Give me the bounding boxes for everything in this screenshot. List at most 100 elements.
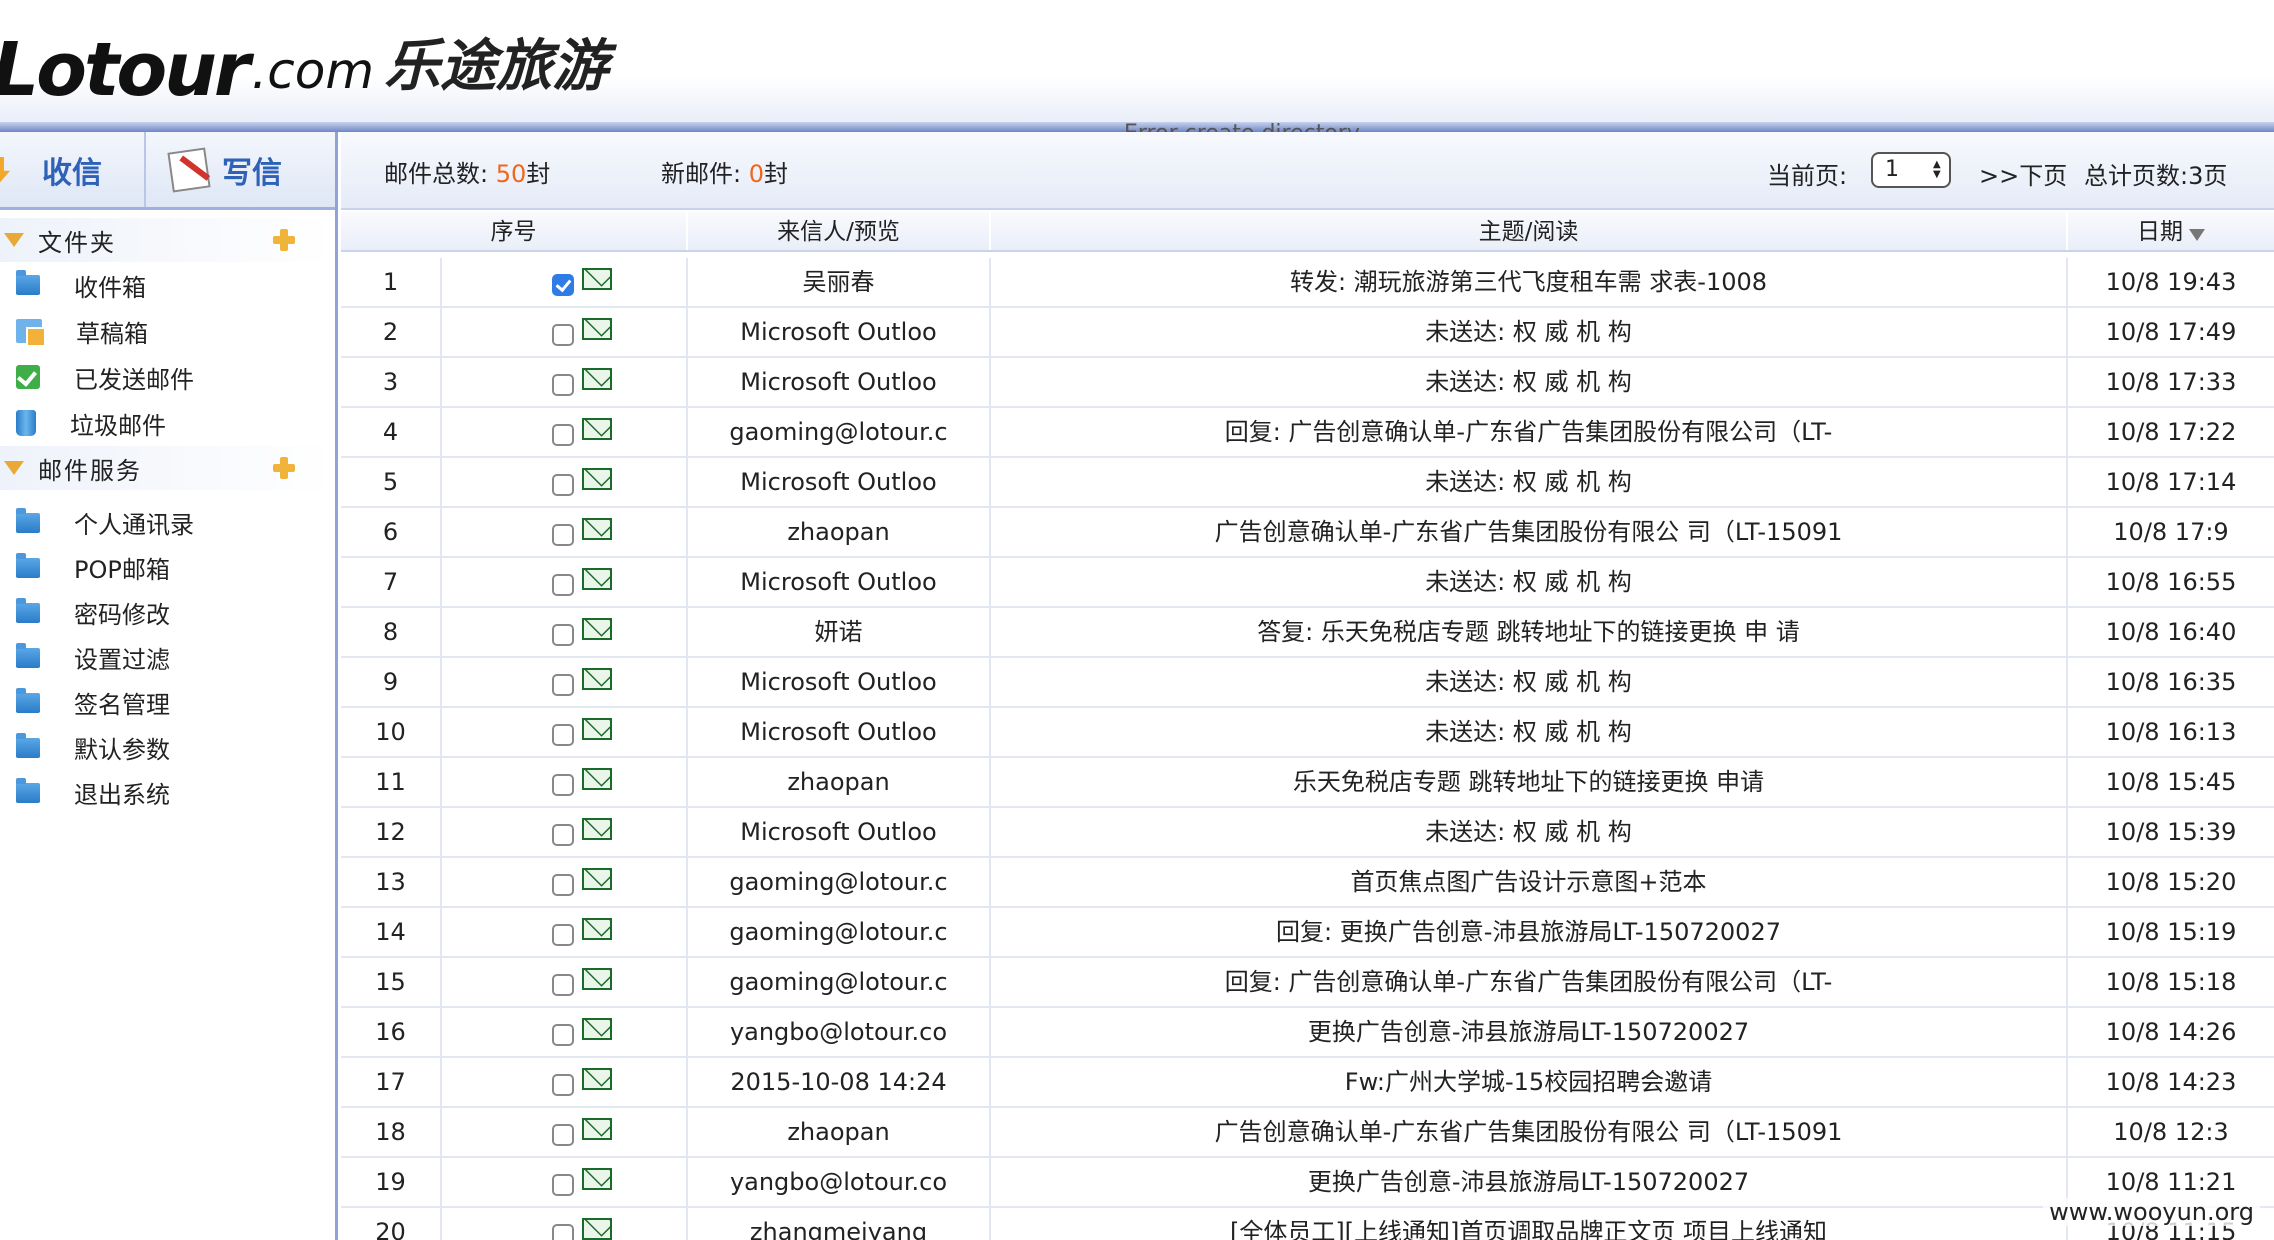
lotour-logo[interactable]: Lotour .com 乐途旅游 (0, 30, 608, 110)
row-subject[interactable]: 回复: 广告创意确认单-广东省广告集团股份有限公司（LT- (991, 408, 2068, 456)
row-checkbox[interactable] (552, 574, 574, 596)
row-subject[interactable]: 答复: 乐天免税店专题 跳转地址下的链接更换 申 请 (991, 608, 2068, 656)
row-sender[interactable]: Microsoft Outloo (688, 658, 991, 706)
envelope-icon[interactable] (582, 1118, 612, 1140)
envelope-icon[interactable] (582, 468, 612, 490)
write-button[interactable]: 写信 (146, 132, 304, 207)
sidebar-item[interactable]: POP邮箱 (0, 545, 335, 590)
table-row[interactable]: 6 zhaopan 广告创意确认单-广东省广告集团股份有限公 司（LT-15091 1… (341, 508, 2274, 558)
table-row[interactable]: 17 2015-10-08 14:24 Fw:广州大学城-15校园招聘会邀请 10/8… (341, 1058, 2274, 1108)
row-checkbox[interactable] (552, 1024, 574, 1046)
envelope-icon[interactable] (582, 1018, 612, 1040)
plus-icon[interactable] (273, 457, 295, 479)
envelope-icon[interactable] (582, 518, 612, 540)
table-row[interactable]: 11 zhaopan 乐天免税店专题 跳转地址下的链接更换 申请 10/8 15:45 (341, 758, 2274, 808)
row-sender[interactable]: gaoming@lotour.c (688, 908, 991, 956)
table-row[interactable]: 7 Microsoft Outloo 未送达: 权 威 机 构 10/8 16:55 (341, 558, 2274, 608)
row-sender[interactable]: gaoming@lotour.c (688, 408, 991, 456)
row-subject[interactable]: 更换广告创意-沛县旅游局LT-150720027 (991, 1008, 2068, 1056)
row-subject[interactable]: 未送达: 权 威 机 构 (991, 458, 2068, 506)
row-subject[interactable]: 未送达: 权 威 机 构 (991, 808, 2068, 856)
row-checkbox[interactable] (552, 324, 574, 346)
row-subject[interactable]: 回复: 更换广告创意-沛县旅游局LT-150720027 (991, 908, 2068, 956)
table-row[interactable]: 10 Microsoft Outloo 未送达: 权 威 机 构 10/8 16:13 (341, 708, 2274, 758)
table-row[interactable]: 13 gaoming@lotour.c 首页焦点图广告设计示意图+范本 10/8 15… (341, 858, 2274, 908)
row-checkbox[interactable] (552, 1074, 574, 1096)
envelope-icon[interactable] (582, 868, 612, 890)
column-header-subject[interactable]: 主题/阅读 (991, 212, 2068, 250)
row-subject[interactable]: 广告创意确认单-广东省广告集团股份有限公 司（LT-15091 (991, 1108, 2068, 1156)
row-subject[interactable]: 回复: 广告创意确认单-广东省广告集团股份有限公司（LT- (991, 958, 2068, 1006)
envelope-icon[interactable] (582, 918, 612, 940)
sidebar-item[interactable]: 密码修改 (0, 590, 335, 635)
row-checkbox[interactable] (552, 674, 574, 696)
row-checkbox[interactable] (552, 424, 574, 446)
receive-button[interactable]: 收信 (0, 132, 146, 207)
sidebar-item[interactable]: 签名管理 (0, 680, 335, 725)
table-row[interactable]: 1 吴丽春 转发: 潮玩旅游第三代飞度租车需 求表-1008 10/8 19:43 (341, 258, 2274, 308)
row-checkbox[interactable] (552, 724, 574, 746)
row-sender[interactable]: zhaopan (688, 1108, 991, 1156)
envelope-icon[interactable] (582, 768, 612, 790)
envelope-icon[interactable] (582, 1068, 612, 1090)
table-row[interactable]: 18 zhaopan 广告创意确认单-广东省广告集团股份有限公 司（LT-15091… (341, 1108, 2274, 1158)
envelope-icon[interactable] (582, 1168, 612, 1190)
envelope-icon[interactable] (582, 718, 612, 740)
row-checkbox[interactable] (552, 774, 574, 796)
sidebar-group-header[interactable]: 文件夹 (0, 218, 335, 262)
table-row[interactable]: 19 yangbo@lotour.co 更换广告创意-沛县旅游局LT-1507200… (341, 1158, 2274, 1208)
table-row[interactable]: 14 gaoming@lotour.c 回复: 更换广告创意-沛县旅游局LT-150… (341, 908, 2274, 958)
table-row[interactable]: 3 Microsoft Outloo 未送达: 权 威 机 构 10/8 17:33 (341, 358, 2274, 408)
row-sender[interactable]: 吴丽春 (688, 258, 991, 306)
table-row[interactable]: 4 gaoming@lotour.c 回复: 广告创意确认单-广东省广告集团股份有限… (341, 408, 2274, 458)
envelope-icon[interactable] (582, 818, 612, 840)
row-sender[interactable]: gaoming@lotour.c (688, 858, 991, 906)
row-sender[interactable]: Microsoft Outloo (688, 458, 991, 506)
row-subject[interactable]: 转发: 潮玩旅游第三代飞度租车需 求表-1008 (991, 258, 2068, 306)
table-row[interactable]: 2 Microsoft Outloo 未送达: 权 威 机 构 10/8 17:49 (341, 308, 2274, 358)
row-sender[interactable]: gaoming@lotour.c (688, 958, 991, 1006)
row-sender[interactable]: Microsoft Outloo (688, 708, 991, 756)
sidebar-item[interactable]: 垃圾邮件 (0, 400, 335, 446)
row-sender[interactable]: zhaopan (688, 758, 991, 806)
row-sender[interactable]: Microsoft Outloo (688, 808, 991, 856)
row-checkbox[interactable] (552, 1174, 574, 1196)
row-subject[interactable]: [全体员工][上线通知]首页调取品牌正文页 项目上线通知 (991, 1208, 2068, 1240)
row-checkbox[interactable] (552, 1124, 574, 1146)
row-subject[interactable]: 广告创意确认单-广东省广告集团股份有限公 司（LT-15091 (991, 508, 2068, 556)
row-checkbox[interactable] (552, 624, 574, 646)
row-checkbox[interactable] (552, 524, 574, 546)
sidebar-item[interactable]: 默认参数 (0, 725, 335, 770)
column-header-sender[interactable]: 来信人/预览 (688, 212, 991, 250)
envelope-icon[interactable] (582, 568, 612, 590)
table-row[interactable]: 20 zhangmeiyang [全体员工][上线通知]首页调取品牌正文页 项目上线… (341, 1208, 2274, 1240)
envelope-icon[interactable] (582, 268, 612, 290)
envelope-icon[interactable] (582, 968, 612, 990)
column-header-number[interactable]: 序号 (341, 212, 688, 250)
row-subject[interactable]: 未送达: 权 威 机 构 (991, 358, 2068, 406)
row-subject[interactable]: 未送达: 权 威 机 构 (991, 558, 2068, 606)
sidebar-item[interactable]: 设置过滤 (0, 635, 335, 680)
row-subject[interactable]: 未送达: 权 威 机 构 (991, 708, 2068, 756)
row-sender[interactable]: 妍诺 (688, 608, 991, 656)
sidebar-group-header[interactable]: 邮件服务 (0, 446, 335, 490)
row-sender[interactable]: yangbo@lotour.co (688, 1008, 991, 1056)
row-checkbox[interactable] (552, 1224, 574, 1240)
row-subject[interactable]: 未送达: 权 威 机 构 (991, 658, 2068, 706)
envelope-icon[interactable] (582, 1218, 612, 1240)
row-checkbox[interactable] (552, 474, 574, 496)
row-sender[interactable]: zhangmeiyang (688, 1208, 991, 1240)
envelope-icon[interactable] (582, 618, 612, 640)
row-sender[interactable]: Microsoft Outloo (688, 308, 991, 356)
row-checkbox[interactable] (552, 824, 574, 846)
row-checkbox[interactable] (552, 974, 574, 996)
row-subject[interactable]: 乐天免税店专题 跳转地址下的链接更换 申请 (991, 758, 2068, 806)
sidebar-item[interactable]: 退出系统 (0, 770, 335, 815)
column-header-date[interactable]: 日期 (2068, 212, 2274, 250)
sort-icon[interactable] (2189, 229, 2205, 241)
plus-icon[interactable] (273, 229, 295, 251)
sidebar-item[interactable]: 个人通讯录 (0, 500, 335, 545)
sidebar-item[interactable]: 收件箱 (0, 262, 335, 308)
row-sender[interactable]: Microsoft Outloo (688, 558, 991, 606)
row-sender[interactable]: Microsoft Outloo (688, 358, 991, 406)
